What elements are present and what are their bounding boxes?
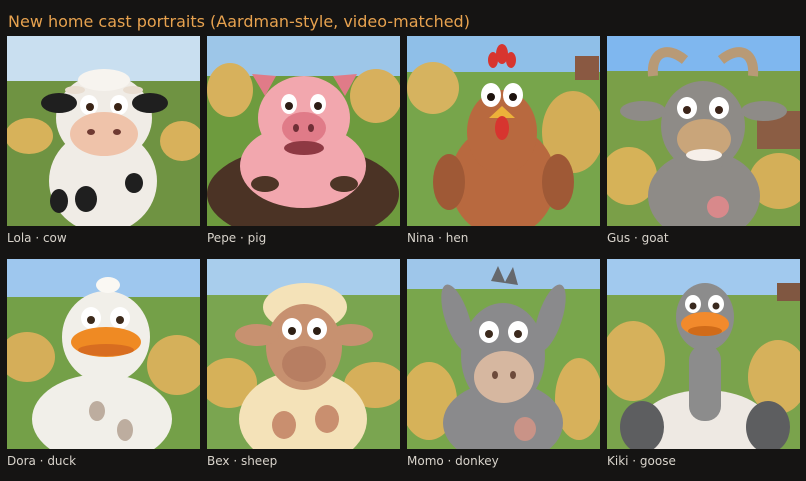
portrait-caption: Pepe · pig xyxy=(207,231,267,245)
portrait-image-dora-duck[interactable] xyxy=(7,259,200,449)
portrait-image-lola-cow[interactable] xyxy=(7,36,200,226)
portrait-grid: Lola · cow Pepe · pig Nina · hen Gus · g… xyxy=(0,0,806,481)
portrait-card-bex[interactable]: Bex · sheep xyxy=(207,259,400,468)
portrait-image-kiki-goose[interactable] xyxy=(607,259,800,449)
portrait-card-lola[interactable]: Lola · cow xyxy=(7,36,200,245)
portrait-card-momo[interactable]: Momo · donkey xyxy=(407,259,600,468)
portrait-image-bex-sheep[interactable] xyxy=(207,259,400,449)
portrait-caption: Kiki · goose xyxy=(607,454,676,468)
portrait-caption: Gus · goat xyxy=(607,231,669,245)
portrait-image-momo-donkey[interactable] xyxy=(407,259,600,449)
portrait-card-pepe[interactable]: Pepe · pig xyxy=(207,36,400,245)
portrait-caption: Lola · cow xyxy=(7,231,67,245)
portrait-image-nina-hen[interactable] xyxy=(407,36,600,226)
portrait-card-kiki[interactable]: Kiki · goose xyxy=(607,259,800,468)
portrait-image-gus-goat[interactable] xyxy=(607,36,800,226)
portrait-caption: Nina · hen xyxy=(407,231,469,245)
portrait-caption: Dora · duck xyxy=(7,454,77,468)
portrait-card-nina[interactable]: Nina · hen xyxy=(407,36,600,245)
portrait-image-pepe-pig[interactable] xyxy=(207,36,400,226)
portrait-card-gus[interactable]: Gus · goat xyxy=(607,36,800,245)
portrait-caption: Bex · sheep xyxy=(207,454,278,468)
portrait-caption: Momo · donkey xyxy=(407,454,499,468)
portrait-card-dora[interactable]: Dora · duck xyxy=(7,259,200,468)
